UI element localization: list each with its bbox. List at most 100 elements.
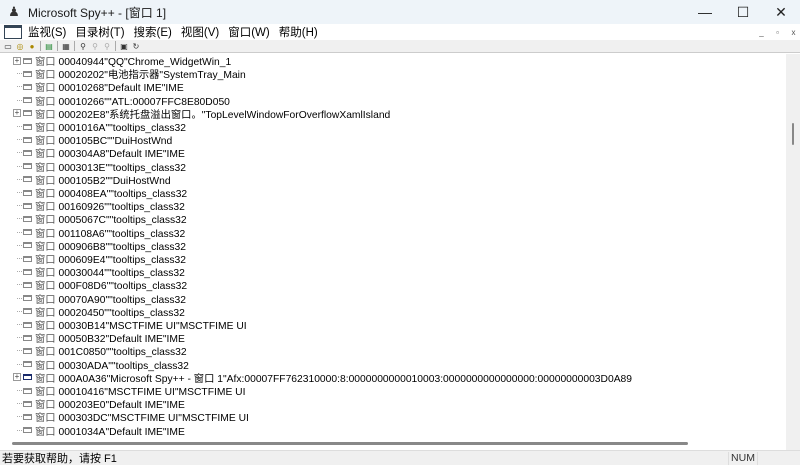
find-prev-icon[interactable]: ⚲ bbox=[101, 41, 113, 52]
window-icon bbox=[23, 97, 32, 104]
window-title: Microsoft Spy++ - [窗口 1] bbox=[28, 5, 167, 20]
mdi-window-icon[interactable] bbox=[4, 25, 22, 39]
tree-row[interactable]: 窗口 0001016A""tooltips_class32 bbox=[0, 120, 786, 134]
messages-icon[interactable]: ▤ bbox=[43, 41, 55, 52]
tree-row[interactable]: 窗口 000303DC"MSCTFIME UI"MSCTFIME UI bbox=[0, 410, 786, 424]
processes-icon[interactable]: ◎ bbox=[14, 41, 26, 52]
tree-row[interactable]: 窗口 000304A8"Default IME"IME bbox=[0, 146, 786, 160]
window-icon bbox=[23, 413, 32, 420]
window-icon bbox=[23, 427, 32, 434]
tree-row[interactable]: 窗口 000105B2""DuiHostWnd bbox=[0, 173, 786, 187]
window-tree[interactable]: + 窗口 00040944"QQ"Chrome_WidgetWin_1 窗口 0… bbox=[0, 54, 786, 437]
window-icon bbox=[23, 189, 32, 196]
tree-row[interactable]: 窗口 000906B8""tooltips_class32 bbox=[0, 239, 786, 253]
tree-row[interactable]: + 窗口 000A0A36"Microsoft Spy++ - 窗口 1"Afx… bbox=[0, 371, 786, 385]
horizontal-scrollbar[interactable] bbox=[0, 437, 786, 450]
window-icon bbox=[23, 308, 32, 315]
horizontal-scroll-thumb[interactable] bbox=[12, 442, 688, 445]
window-icon bbox=[23, 361, 32, 368]
window-icon bbox=[23, 123, 32, 130]
window-icon bbox=[23, 268, 32, 275]
close-button[interactable]: ✕ bbox=[762, 0, 800, 24]
menu-tree[interactable]: 目录树(T) bbox=[75, 24, 124, 40]
window-icon bbox=[23, 347, 32, 354]
row-handle: 0001034A bbox=[58, 426, 106, 437]
tree-row[interactable]: 窗口 0005067C""tooltips_class32 bbox=[0, 212, 786, 226]
window-icon bbox=[23, 242, 32, 249]
tree-row[interactable]: 窗口 000F08D6""tooltips_class32 bbox=[0, 278, 786, 292]
window-icon bbox=[23, 215, 32, 222]
tree-row[interactable]: 窗口 00050B32"Default IME"IME bbox=[0, 331, 786, 345]
minimize-button[interactable]: — bbox=[686, 0, 724, 24]
tree-row[interactable]: + 窗口 00040944"QQ"Chrome_WidgetWin_1 bbox=[0, 54, 786, 68]
mdi-close-button[interactable]: x bbox=[786, 25, 800, 39]
properties-icon[interactable]: ▣ bbox=[118, 41, 130, 52]
num-lock-indicator: NUM bbox=[728, 452, 758, 465]
tree-row[interactable]: 窗口 000609E4""tooltips_class32 bbox=[0, 252, 786, 266]
mdi-restore-button[interactable]: ▫ bbox=[770, 25, 785, 39]
window-icon bbox=[23, 387, 32, 394]
window-icon bbox=[23, 295, 32, 302]
window-icon bbox=[23, 57, 32, 64]
mdi-minimize-button[interactable]: _ bbox=[754, 25, 769, 39]
menu-monitor[interactable]: 监视(S) bbox=[28, 24, 66, 40]
tree-row[interactable]: 窗口 00030ADA""tooltips_class32 bbox=[0, 358, 786, 372]
scroll-corner bbox=[786, 437, 800, 450]
row-text: 窗口 0001034A"Default IME"IME bbox=[35, 423, 185, 437]
menu-window[interactable]: 窗口(W) bbox=[228, 24, 270, 40]
window-icon bbox=[23, 136, 32, 143]
tree-row[interactable]: 窗口 0003013E""tooltips_class32 bbox=[0, 160, 786, 174]
tree-row[interactable]: 窗口 00030044""tooltips_class32 bbox=[0, 265, 786, 279]
row-class: IME bbox=[166, 426, 185, 437]
expand-icon[interactable]: + bbox=[13, 56, 21, 65]
menu-help[interactable]: 帮助(H) bbox=[279, 24, 318, 40]
windows-icon[interactable]: ▭ bbox=[2, 41, 14, 52]
menu-view[interactable]: 视图(V) bbox=[181, 24, 219, 40]
window-icon bbox=[23, 400, 32, 407]
expand-icon[interactable]: + bbox=[13, 109, 21, 118]
tree-row[interactable]: 窗口 0001034A"Default IME"IME bbox=[0, 424, 786, 437]
maximize-button[interactable]: ☐ bbox=[724, 0, 762, 24]
tree-row[interactable]: 窗口 00070A90""tooltips_class32 bbox=[0, 292, 786, 306]
tree-row[interactable]: 窗口 000105BC""DuiHostWnd bbox=[0, 133, 786, 147]
find-window-icon[interactable]: ⚲ bbox=[77, 41, 89, 52]
tree-row[interactable]: 窗口 00010268"Default IME"IME bbox=[0, 80, 786, 94]
toolbar-separator bbox=[40, 41, 41, 51]
refresh-icon[interactable]: ↻ bbox=[130, 41, 142, 52]
tree-row[interactable]: 窗口 001C0850""tooltips_class32 bbox=[0, 344, 786, 358]
window-icon bbox=[23, 321, 32, 328]
toolbar-separator bbox=[74, 41, 75, 51]
tree-row[interactable]: 窗口 00020202"电池指示器"SystemTray_Main bbox=[0, 67, 786, 81]
window-icon bbox=[23, 255, 32, 262]
window-icon bbox=[23, 374, 32, 381]
tree-row[interactable]: 窗口 001108A6""tooltips_class32 bbox=[0, 226, 786, 240]
menu-bar: 监视(S) 目录树(T) 搜索(E) 视图(V) 窗口(W) 帮助(H) bbox=[0, 24, 800, 40]
menu-search[interactable]: 搜索(E) bbox=[134, 24, 172, 40]
vertical-scrollbar[interactable] bbox=[786, 54, 800, 437]
vertical-scroll-thumb[interactable] bbox=[792, 123, 794, 145]
tree-row[interactable]: 窗口 000203E0"Default IME"IME bbox=[0, 397, 786, 411]
log-messages-icon[interactable]: ▦ bbox=[60, 41, 72, 52]
row-caption: "Default IME" bbox=[105, 426, 167, 437]
find-next-icon[interactable]: ⚲ bbox=[89, 41, 101, 52]
expand-icon[interactable]: + bbox=[13, 373, 21, 382]
row-kind: 窗口 bbox=[35, 426, 56, 437]
tree-row[interactable]: 窗口 00010266""ATL:00007FFC8E80D050 bbox=[0, 94, 786, 108]
window-icon bbox=[23, 110, 32, 117]
tree-row[interactable]: 窗口 000408EA""tooltips_class32 bbox=[0, 186, 786, 200]
tree-row[interactable]: 窗口 00160926""tooltips_class32 bbox=[0, 199, 786, 213]
toolbar-separator bbox=[115, 41, 116, 51]
title-bar: ♟ Microsoft Spy++ - [窗口 1] — ☐ ✕ bbox=[0, 0, 800, 24]
window-icon bbox=[23, 334, 32, 341]
tree-row[interactable]: 窗口 00020450""tooltips_class32 bbox=[0, 305, 786, 319]
tree-row[interactable]: 窗口 00010416"MSCTFIME UI"MSCTFIME UI bbox=[0, 384, 786, 398]
tree-row[interactable]: 窗口 00030B14"MSCTFIME UI"MSCTFIME UI bbox=[0, 318, 786, 332]
tree-row[interactable]: + 窗口 000202E8"系统托盘溢出窗口。"TopLevelWindowFo… bbox=[0, 107, 786, 121]
spy-app-icon: ♟ bbox=[8, 4, 20, 19]
window-icon bbox=[23, 176, 32, 183]
window-icon bbox=[23, 149, 32, 156]
status-help-text: 若要获取帮助，请按 F1 bbox=[2, 453, 117, 465]
threads-icon[interactable]: ● bbox=[26, 41, 38, 52]
toolbar-separator bbox=[57, 41, 58, 51]
window-icon bbox=[23, 229, 32, 236]
